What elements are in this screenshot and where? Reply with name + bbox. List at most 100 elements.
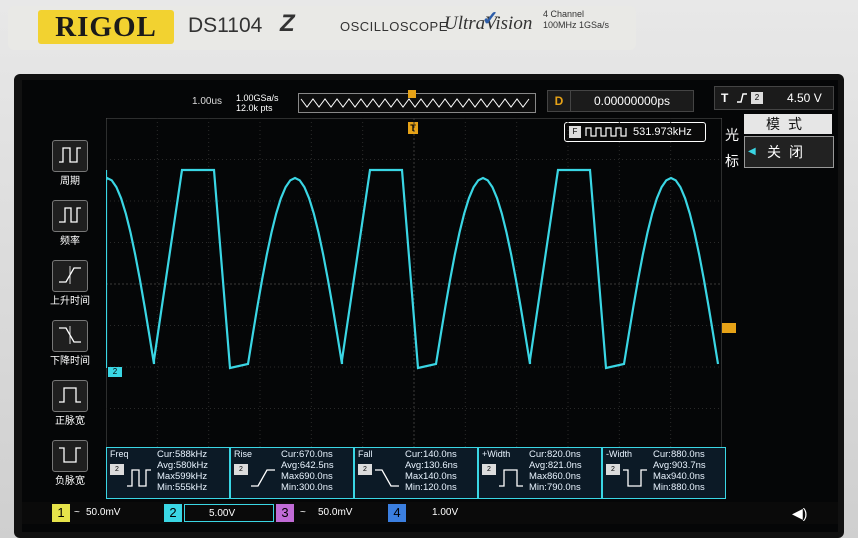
cursor-mode-heading: 模式 — [744, 114, 832, 134]
trigger-position-marker[interactable] — [408, 90, 416, 98]
ch2-button[interactable]: 2 — [164, 504, 182, 522]
delay-label: D — [547, 90, 571, 112]
memory-waveform-icon — [300, 98, 530, 108]
ch2-waveform-trace — [106, 168, 720, 370]
measurement-rise[interactable]: Rise 2 Cur:670.0ns Avg:642.5ns Max690.0n… — [230, 447, 354, 499]
model-suffix: Z — [280, 10, 295, 37]
negative-width-icon — [52, 440, 88, 472]
menu-item-label: 正脉宽 — [55, 416, 85, 427]
trigger-label: T — [721, 91, 729, 105]
menu-item-label: 频率 — [60, 236, 80, 247]
measurement-panel: Freq 2 Cur:588kHz Avg:580kHz Max599kHz M… — [106, 447, 736, 499]
channel-status-bar: 1 ~ 50.0mV 2 5.00V 3 ~ 50.0mV 4 1.00V ◀) — [22, 502, 838, 524]
measurement-name: Freq — [110, 449, 129, 459]
measurement-values: Cur:588kHz Avg:580kHz Max599kHz Min:555k… — [157, 449, 208, 493]
ch1-coupling: ~ — [74, 507, 80, 518]
measurement-avg: Avg:821.0ns — [529, 460, 582, 471]
measurement-name: +Width — [482, 449, 511, 459]
menu-item-label: 负脉宽 — [55, 476, 85, 487]
menu-item-period[interactable]: 周期 — [46, 140, 94, 187]
ultravision-check-icon: ✓ — [482, 8, 499, 30]
ch2-offset-marker[interactable]: 2 — [108, 367, 122, 377]
measurement-min: Min:120.0ns — [405, 482, 457, 493]
speaker-icon[interactable]: ◀) — [792, 504, 812, 522]
measurement-name: Rise — [234, 449, 253, 459]
ch2-scale[interactable]: 5.00V — [184, 504, 274, 522]
ch3-button[interactable]: 3 — [276, 504, 294, 522]
ch4-scale[interactable]: 1.00V — [432, 504, 458, 522]
measurement-cur: Cur:140.0ns — [405, 449, 457, 460]
menu-item-label: 上升时间 — [50, 296, 90, 307]
brand-logo: RIGOL — [38, 10, 174, 44]
timebase-readout[interactable]: 1.00us — [192, 96, 222, 107]
menu-item-label: 周期 — [60, 176, 80, 187]
measurement-avg: Avg:130.6ns — [405, 460, 458, 471]
measurement-max: Max140.0ns — [405, 471, 457, 482]
cursor-side-label-top: 光 — [725, 127, 739, 143]
measurement-min: Min:880.0ns — [653, 482, 705, 493]
ch4-button[interactable]: 4 — [388, 504, 406, 522]
measurement-avg: Avg:580kHz — [157, 460, 209, 471]
cursor-mode-value: 关闭 — [767, 144, 811, 160]
sample-rate-readout: 1.00GSa/s 12.0k pts — [236, 93, 279, 113]
top-status-bar: 1.00us 1.00GSa/s 12.0k pts D 0.00000000p… — [22, 80, 838, 120]
spec-label: 4 Channel 100MHz 1GSa/s — [543, 9, 609, 31]
measurement-avg: Avg:903.7ns — [653, 460, 706, 471]
selector-arrow-icon: ◀ — [748, 146, 756, 157]
fall-time-icon — [373, 464, 401, 494]
menu-item-fall-time[interactable]: 下降时间 — [46, 320, 94, 367]
channel-icon: 2 — [358, 464, 372, 475]
fall-time-icon — [52, 320, 88, 352]
measurement-avg: Avg:642.5ns — [281, 460, 334, 471]
frequency-icon — [125, 464, 153, 494]
sample-rate: 1.00GSa/s — [236, 93, 279, 103]
measurement-values: Cur:670.0ns Avg:642.5ns Max690.0ns Min:3… — [281, 449, 334, 493]
positive-width-icon — [52, 380, 88, 412]
menu-item-rise-time[interactable]: 上升时间 — [46, 260, 94, 307]
waveform-grid — [106, 118, 722, 450]
measurement-fall[interactable]: Fall 2 Cur:140.0ns Avg:130.6ns Max140.0n… — [354, 447, 478, 499]
measurement-cur: Cur:820.0ns — [529, 449, 581, 460]
measurement-min: Min:300.0ns — [281, 482, 333, 493]
measurement-negative-width[interactable]: -Width 2 Cur:880.0ns Avg:903.7ns Max940.… — [602, 447, 726, 499]
ch3-coupling: ~ — [300, 507, 306, 518]
channel-icon: 2 — [606, 464, 620, 475]
measurement-freq[interactable]: Freq 2 Cur:588kHz Avg:580kHz Max599kHz M… — [106, 447, 230, 499]
spec-line-channels: 4 Channel — [543, 9, 585, 19]
measurement-min: Min:555kHz — [157, 482, 208, 493]
menu-item-negative-width[interactable]: 负脉宽 — [46, 440, 94, 487]
measurement-positive-width[interactable]: +Width 2 Cur:820.0ns Avg:821.0ns Max860.… — [478, 447, 602, 499]
measurement-cur: Cur:880.0ns — [653, 449, 705, 460]
trigger-source-icon: 2 — [751, 92, 763, 104]
measurement-max: Max860.0ns — [529, 471, 581, 482]
ch3-scale[interactable]: 50.0mV — [318, 504, 352, 522]
model-name: DS1104 — [188, 14, 263, 37]
oscilloscope-screen: 1.00us 1.00GSa/s 12.0k pts D 0.00000000p… — [22, 80, 838, 532]
channel-icon: 2 — [482, 464, 496, 475]
channel-icon: 2 — [110, 464, 124, 475]
period-icon — [52, 140, 88, 172]
channel-icon: 2 — [234, 464, 248, 475]
positive-width-icon — [497, 464, 525, 494]
trigger-level-marker[interactable] — [722, 323, 736, 333]
menu-item-positive-width[interactable]: 正脉宽 — [46, 380, 94, 427]
measurement-max: Max690.0ns — [281, 471, 333, 482]
cursor-mode-off-button[interactable]: ◀ 关闭 — [744, 136, 834, 168]
trigger-level: 4.50 V — [787, 91, 822, 105]
menu-item-label: 下降时间 — [50, 356, 90, 367]
spec-line-bandwidth: 100MHz 1GSa/s — [543, 20, 610, 30]
measurement-values: Cur:820.0ns Avg:821.0ns Max860.0ns Min:7… — [529, 449, 582, 493]
ch1-scale[interactable]: 50.0mV — [86, 504, 120, 522]
cursor-side-label: 光 标 — [722, 122, 742, 174]
menu-item-frequency[interactable]: 频率 — [46, 200, 94, 247]
memory-overview — [298, 93, 536, 113]
ch1-button[interactable]: 1 — [52, 504, 70, 522]
trigger-status[interactable]: T 2 4.50 V — [714, 86, 834, 110]
measurement-values: Cur:140.0ns Avg:130.6ns Max140.0ns Min:1… — [405, 449, 458, 493]
measurement-name: -Width — [606, 449, 633, 459]
cursor-side-label-bottom: 标 — [725, 153, 739, 169]
measurement-max: Max940.0ns — [653, 471, 705, 482]
measurement-values: Cur:880.0ns Avg:903.7ns Max940.0ns Min:8… — [653, 449, 706, 493]
rising-edge-icon — [736, 87, 748, 116]
delay-value[interactable]: 0.00000000ps — [570, 90, 694, 112]
